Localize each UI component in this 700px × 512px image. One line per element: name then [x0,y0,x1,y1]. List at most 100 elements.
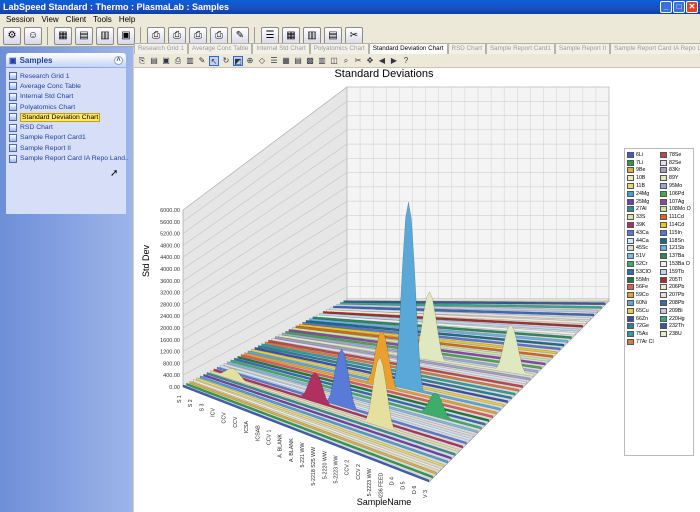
legend-item[interactable]: 55Mn [627,276,658,284]
tab-sample-report-card-ia[interactable]: Sample Report Card IA Repo Landscape [610,43,700,54]
grid-lines-icon[interactable]: ▦ [281,56,291,66]
perspective-icon[interactable]: ◇ [257,56,267,66]
table-view-icon[interactable]: ☰ [261,26,279,45]
close-button[interactable]: ✕ [686,1,698,13]
printer-icon[interactable]: ⎙ [147,26,165,45]
sidebar-item-rsd-chart[interactable]: RSD Chart [9,122,123,132]
chart-icon[interactable]: ▥ [96,26,114,45]
legend-item[interactable]: 137Ba [660,252,691,260]
legend-item[interactable]: 106Pd [660,190,691,198]
sidebar-item-sample-report-ii[interactable]: Sample Report II [9,143,123,153]
legend-item[interactable]: 205Tl [660,276,691,284]
spreadsheet-icon[interactable]: ▦ [282,26,300,45]
pointer-tool-icon[interactable]: ↖ [209,55,219,66]
chart-plot[interactable]: 0.00 400.00 800.00 1200.00 1600.00 2000.00 240… [134,68,624,498]
legend-item[interactable]: 232Th [660,323,691,331]
legend-item[interactable]: 25Mg [627,198,658,206]
legend-item[interactable]: 208Pb [660,299,691,307]
save-icon[interactable]: ▣ [161,56,171,66]
open-icon[interactable]: ▤ [149,56,159,66]
legend-item[interactable]: 207Pb [660,291,691,299]
print-icon[interactable]: ⎙ [173,56,183,66]
table-icon[interactable]: ▦ [54,26,72,45]
legend-item[interactable]: 9Be [627,167,658,175]
rotate-icon[interactable]: ↻ [221,56,231,66]
sidebar-item-standard-deviation-chart[interactable]: Standard Deviation Chart [9,112,123,122]
copy-icon[interactable]: ⎘ [137,56,147,66]
export-icon[interactable]: ✎ [231,26,249,45]
sidebar-item-internal-std-chart[interactable]: Internal Std Chart [9,92,123,102]
forward-icon[interactable]: ▶ [389,56,399,66]
cut-icon[interactable]: ✂ [353,56,363,66]
lab-icon[interactable]: ⚙ [3,26,21,45]
legend-item[interactable]: 121Sb [660,245,691,253]
legend-item[interactable]: 51V [627,252,658,260]
legend-item[interactable]: 115In [660,229,691,237]
print-preview-icon[interactable]: ⎙ [168,26,186,45]
maximize-button[interactable]: □ [673,1,685,13]
sidebar-item-average-conc-table[interactable]: Average Conc Table [9,81,123,91]
legend-item[interactable]: 206Pb [660,284,691,292]
back-icon[interactable]: ◀ [377,56,387,66]
legend-item[interactable]: 60Ni [627,299,658,307]
report-icon[interactable]: ▤ [324,26,342,45]
tab-internal-std-chart[interactable]: Internal Std Chart [252,43,310,54]
menu-client[interactable]: Client [66,14,86,25]
properties-icon[interactable]: ◫ [329,56,339,66]
search-icon[interactable]: ⌕ [341,56,351,66]
legend-item[interactable]: 66Zn [627,315,658,323]
legend-item[interactable]: 27Al [627,206,658,214]
3d-view-icon[interactable]: ◩ [233,55,243,66]
legend-item[interactable]: 107Ag [660,198,691,206]
legend-item[interactable]: 11B [627,182,658,190]
tab-sample-report-ii[interactable]: Sample Report II [554,43,611,54]
legend-item[interactable]: 65Cu [627,307,658,315]
color-icon[interactable]: ✎ [197,56,207,66]
data-table-icon[interactable]: ▤ [293,56,303,66]
legend-item[interactable]: 108Mo O [660,206,691,214]
sidebar-item-polyatomics-chart[interactable]: Polyatomics Chart [9,102,123,112]
printer-setup-icon[interactable]: ⎙ [189,26,207,45]
legend-item[interactable] [660,338,691,346]
legend-icon[interactable]: ☰ [269,56,279,66]
legend-item[interactable]: 33S [627,213,658,221]
series-ribbon-238u[interactable] [346,298,610,302]
legend-item[interactable]: 10B [627,174,658,182]
legend-item[interactable]: 220Hg [660,315,691,323]
legend-item[interactable]: 95Mo [660,182,691,190]
menu-session[interactable]: Session [6,14,34,25]
sidebar-item-research-grid[interactable]: Research Grid 1 [9,71,123,81]
legend-item[interactable]: 77Ar Cl [627,338,658,346]
print-report-icon[interactable]: ⎙ [210,26,228,45]
legend-item[interactable]: 111Cd [660,213,691,221]
calendar-icon[interactable]: ▣ [117,26,135,45]
legend-item[interactable]: 43Ca [627,229,658,237]
legend-item[interactable]: 72Ge [627,323,658,331]
points-icon[interactable]: ▩ [305,56,315,66]
legend-item[interactable]: 238U [660,330,691,338]
pan-icon[interactable]: ✥ [365,56,375,66]
minimize-button[interactable]: _ [660,1,672,13]
sidebar-item-sample-report-card-ia[interactable]: Sample Report Card IA Repo Land.. [9,153,129,163]
legend-item[interactable]: 209Bi [660,307,691,315]
legend-item[interactable]: 44Ca [627,237,658,245]
legend-item[interactable]: 118Sn [660,237,691,245]
legend-item[interactable]: 89Y [660,174,691,182]
samples-panel-header[interactable]: ▣ Samples ˄ [6,53,126,67]
chart-type-icon[interactable]: ▥ [185,56,195,66]
legend-item[interactable]: 52Cr [627,260,658,268]
tab-standard-deviation-chart[interactable]: Standard Deviation Chart [368,43,448,54]
collapse-icon[interactable]: ˄ [114,55,123,65]
legend-item[interactable]: 75As [627,330,658,338]
legend-item[interactable]: 82Se [660,159,691,167]
legend-item[interactable]: 6Li [627,151,658,159]
menu-help[interactable]: Help [119,14,135,25]
series-icon[interactable]: ▥ [317,56,327,66]
legend-item[interactable]: 45Sc [627,245,658,253]
help-icon[interactable]: ? [401,56,411,66]
legend-item[interactable]: 7Li [627,159,658,167]
legend-item[interactable]: 39K [627,221,658,229]
grid-icon[interactable]: ▤ [75,26,93,45]
tab-research-grid[interactable]: Research Grid 1 [134,43,188,54]
legend-item[interactable]: 24Mg [627,190,658,198]
